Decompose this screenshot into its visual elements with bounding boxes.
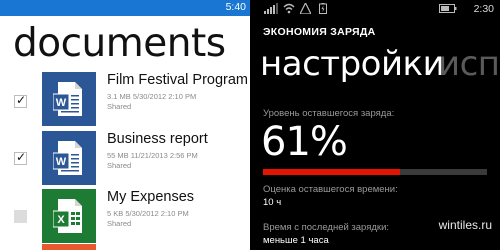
checkbox[interactable] <box>14 210 27 223</box>
svg-text:W: W <box>56 97 67 109</box>
status-time: 2:30 <box>473 3 494 15</box>
checkmark-icon: ✓ <box>16 93 27 107</box>
document-status: Shared <box>107 219 132 228</box>
svg-text:X: X <box>57 214 65 226</box>
documents-screen: 5:40 documents ✓ W Film Festival Program… <box>0 0 250 250</box>
word-file-icon: W <box>42 72 96 126</box>
page-title: documents <box>13 21 226 66</box>
checkbox[interactable]: ✓ <box>14 150 27 165</box>
estimate-label: Оценка оставшегося времени: <box>263 184 398 195</box>
battery-saver-screen: 2:30 ЭКОНОМИЯ ЗАРЯДА настройки испо Уров… <box>250 0 500 250</box>
document-meta: 55 MB 11/21/2013 2:56 PM <box>107 151 198 160</box>
status-bar: 5:40 <box>0 0 250 16</box>
document-status: Shared <box>107 161 132 170</box>
document-title: Film Festival Program <box>107 72 248 88</box>
since-charge-value: меньше 1 часа <box>263 235 329 246</box>
signal-icon <box>264 3 278 14</box>
document-title: My Expenses <box>107 189 195 205</box>
pivot-settings[interactable]: настройки <box>260 44 445 84</box>
list-item[interactable]: X My Expenses 5 KB 5/30/2012 2:10 PM Sha… <box>0 189 250 244</box>
pivot-usage[interactable]: испо <box>438 44 500 84</box>
estimate-value: 10 ч <box>263 197 282 208</box>
word-file-icon: W <box>42 131 96 185</box>
partial-file-tile[interactable] <box>42 244 96 250</box>
battery-icon <box>439 4 457 13</box>
document-title: Business report <box>107 131 208 147</box>
document-meta: 5 KB 5/30/2012 2:10 PM <box>107 209 189 218</box>
watermark: wintiles.ru <box>438 218 492 232</box>
document-status: Shared <box>107 102 132 111</box>
battery-saver-icon <box>319 3 327 14</box>
battery-progress-fill <box>263 169 400 175</box>
since-charge-label: Время с последней зарядки: <box>263 222 390 233</box>
wifi-icon <box>283 3 295 14</box>
list-item[interactable]: ✓ W Film Festival Program 3.1 MB 5/30/20… <box>0 72 250 127</box>
battery-percent: 61% <box>261 119 348 165</box>
checkmark-icon: ✓ <box>16 150 27 164</box>
battery-level-label: Уровень оставшегося заряда: <box>263 108 395 119</box>
app-title: ЭКОНОМИЯ ЗАРЯДА <box>263 26 376 38</box>
battery-progress-bar <box>263 169 487 175</box>
checkbox[interactable]: ✓ <box>14 93 27 108</box>
status-time: 5:40 <box>225 1 246 13</box>
svg-text:W: W <box>56 156 67 168</box>
document-meta: 3.1 MB 5/30/2012 2:10 PM <box>107 92 197 101</box>
list-item[interactable]: ✓ W Business report 55 MB 11/21/2013 2:5… <box>0 131 250 186</box>
excel-file-icon: X <box>42 189 96 243</box>
network-icon <box>300 3 311 14</box>
